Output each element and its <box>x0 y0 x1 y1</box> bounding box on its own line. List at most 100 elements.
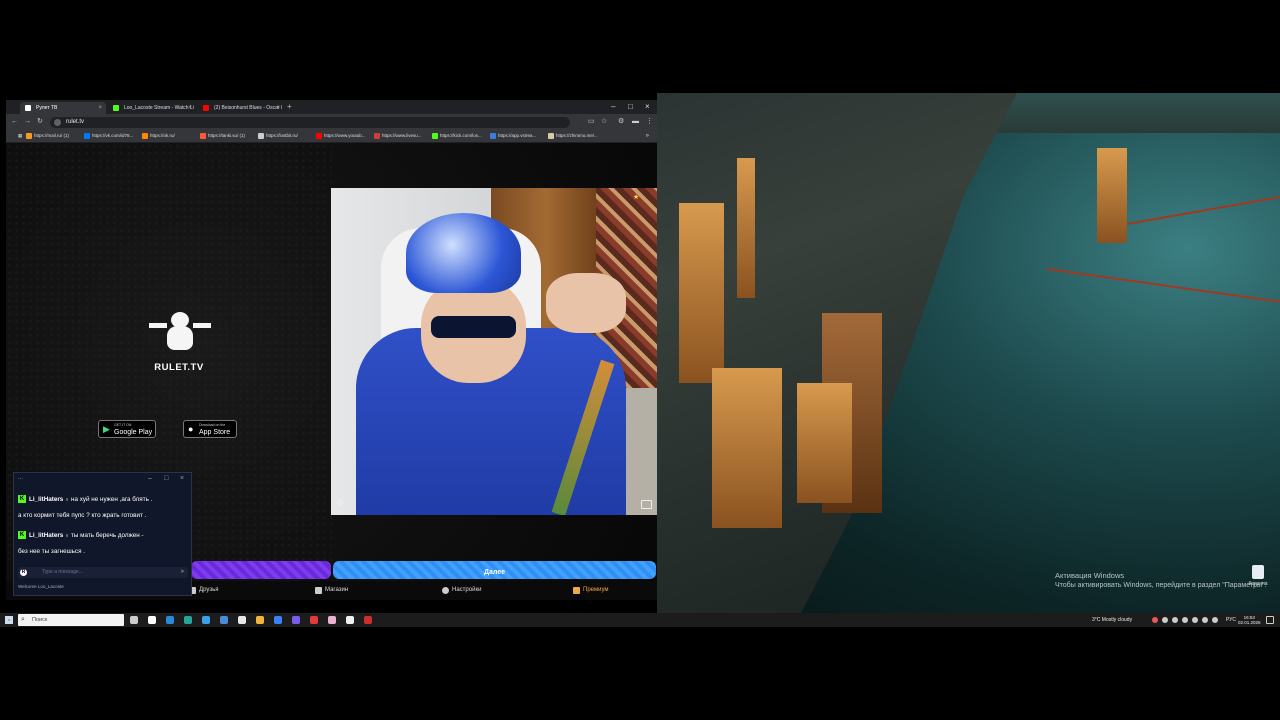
taskbar-app-icon[interactable] <box>184 616 192 624</box>
next-button[interactable]: Далее <box>333 561 656 579</box>
tray-icon[interactable] <box>1182 617 1188 623</box>
taskbar-app-icon[interactable] <box>346 616 354 624</box>
kick-badge-icon: K <box>18 531 26 540</box>
bookmark-favicon-icon <box>84 133 90 139</box>
taskbar-app-icon[interactable] <box>328 616 336 624</box>
taskbar-app-icon[interactable] <box>220 616 228 624</box>
bookmark-favicon-icon <box>142 133 148 139</box>
partner-video[interactable]: ★ ✥ <box>331 188 657 515</box>
nav-friends[interactable]: Друзья <box>189 581 218 600</box>
close-icon[interactable]: × <box>276 102 280 114</box>
chat-message: а кто кормит тебя пупс ? кто жрать готов… <box>18 511 146 520</box>
taskbar-app-icon[interactable] <box>364 616 372 624</box>
bookmark-item[interactable]: https://tanki.su/ (1) <box>200 130 245 142</box>
taskbar-app-icon[interactable] <box>292 616 300 624</box>
bookmark-item[interactable]: https://ok.ru/ <box>142 130 175 142</box>
taskbar-app-icon[interactable] <box>148 616 156 624</box>
forward-icon[interactable]: → <box>24 117 31 127</box>
close-icon[interactable]: × <box>188 102 192 114</box>
bookmark-item[interactable]: https://zhimmo.me/... <box>548 130 598 142</box>
minimize-icon[interactable]: – <box>148 474 152 483</box>
screen-icon[interactable]: ▭ <box>588 117 595 127</box>
url-text: rulet.tv <box>66 119 85 125</box>
chat-text: ты мать беречь должен - <box>70 532 144 539</box>
chat-username[interactable]: Li_litHaters <box>29 496 63 503</box>
reload-icon[interactable]: ↻ <box>37 117 43 127</box>
tray-icon[interactable] <box>1172 617 1178 623</box>
maximize-icon[interactable]: □ <box>628 101 633 113</box>
bookmark-label: https://lostbit.ru/ <box>266 133 298 138</box>
taskbar-app-icon[interactable] <box>238 616 246 624</box>
taskbar-app-icon[interactable] <box>274 616 282 624</box>
language-indicator[interactable]: РУС <box>1226 613 1236 627</box>
bookmark-item[interactable]: https://lostbit.ru/ <box>258 130 298 142</box>
bookmarks-overflow-icon[interactable]: » <box>646 130 649 142</box>
tray-icon[interactable] <box>1202 617 1208 623</box>
taskbar-app-icon[interactable] <box>310 616 318 624</box>
youtube-favicon-icon <box>203 105 209 111</box>
chat-message: K Li_litHaters ∨ на хуй не нужен ,ага блять… <box>18 495 152 505</box>
desktop-wallpaper <box>657 93 1280 613</box>
tray-icon[interactable] <box>1212 617 1218 623</box>
bookmark-favicon-icon <box>490 133 496 139</box>
google-play-icon: ▶ <box>103 424 110 434</box>
back-icon[interactable]: ← <box>11 117 18 127</box>
apps-icon[interactable]: ▦ <box>10 130 22 142</box>
taskbar-app-icon[interactable] <box>256 616 264 624</box>
nav-premium[interactable]: Премиум <box>573 581 609 600</box>
weather-widget[interactable]: 3°C Mostly cloudy <box>1092 613 1132 627</box>
profile-icon[interactable]: ▬ <box>632 117 639 127</box>
notification-icon[interactable] <box>1266 616 1274 624</box>
app-store-label: App Store <box>199 429 231 436</box>
chat-username[interactable]: Li_litHaters <box>29 532 63 539</box>
new-tab-button[interactable]: + <box>287 102 292 112</box>
bookmark-label: https://mail.ru/ (1) <box>34 133 70 138</box>
nav-settings[interactable]: Настройки <box>442 581 481 600</box>
star-icon: ★ <box>633 194 640 201</box>
chat-message: K Li_litHaters ∨ ты мать беречь должен - <box>18 531 144 541</box>
recycle-bin[interactable]: Корзина <box>1248 565 1268 587</box>
menu-icon[interactable]: ⋮ <box>646 117 653 127</box>
tray-icon[interactable] <box>1192 617 1198 623</box>
site-info-icon[interactable] <box>54 119 61 126</box>
bookmark-item[interactable]: https://www.livesu... <box>374 130 422 142</box>
bookmark-item[interactable]: https://www.youtub... <box>316 130 366 142</box>
google-play-badge[interactable]: ▶ GET IT ON Google Play <box>98 420 156 438</box>
mascot-icon <box>149 308 211 358</box>
tray-icon[interactable] <box>1152 617 1158 623</box>
extensions-icon[interactable]: ⚙ <box>618 117 624 127</box>
bookmark-item[interactable]: https://kick.com/los... <box>432 130 482 142</box>
chat-input[interactable]: R Type a message... ➤ <box>18 567 188 578</box>
maximize-icon[interactable]: □ <box>164 474 168 483</box>
windows-start-icon[interactable] <box>5 616 13 624</box>
camera-switch-icon[interactable] <box>641 500 652 509</box>
bookmark-star-icon[interactable]: ☆ <box>601 117 607 127</box>
send-icon[interactable]: ➤ <box>180 567 185 578</box>
taskbar-search[interactable]: ⌕ Поиск <box>18 614 124 626</box>
bookmark-label: https://tanki.su/ (1) <box>208 133 246 138</box>
nav-shop[interactable]: Магазин <box>315 581 348 600</box>
app-store-badge[interactable]: ● Download on the App Store <box>183 420 237 438</box>
stop-button[interactable] <box>191 561 331 579</box>
rulet-logo: RULET.TV <box>134 308 224 373</box>
close-icon[interactable]: × <box>98 102 102 114</box>
taskbar-app-icon[interactable] <box>202 616 210 624</box>
tab-kick[interactable]: Loo_Lacoste Stream - Watch Li × <box>108 102 196 114</box>
close-window-icon[interactable]: × <box>645 101 650 113</box>
bookmark-item[interactable]: https://app.vstrea... <box>490 130 536 142</box>
search-placeholder: Поиск <box>32 617 48 623</box>
avatar[interactable]: R <box>20 569 27 576</box>
bookmark-item[interactable]: https://mail.ru/ (1) <box>26 130 69 142</box>
move-icon[interactable]: ✥ <box>336 498 344 509</box>
close-icon[interactable]: × <box>180 474 184 483</box>
minimize-icon[interactable]: – <box>611 101 615 113</box>
bookmark-label: https://www.youtub... <box>324 133 366 138</box>
url-input[interactable]: rulet.tv <box>50 117 570 128</box>
clock[interactable]: 16:53 02.01.2026 <box>1238 615 1261 625</box>
tab-rulet[interactable]: Рулет ТВ × <box>20 102 106 114</box>
tray-icon[interactable] <box>1162 617 1168 623</box>
bookmark-item[interactable]: https://vk.com/id78... <box>84 130 133 142</box>
taskbar-app-icon[interactable] <box>166 616 174 624</box>
tab-youtube[interactable]: (2) Beisonhurst Blues - Oscar l × <box>198 102 284 114</box>
taskbar-app-icon[interactable] <box>130 616 138 624</box>
